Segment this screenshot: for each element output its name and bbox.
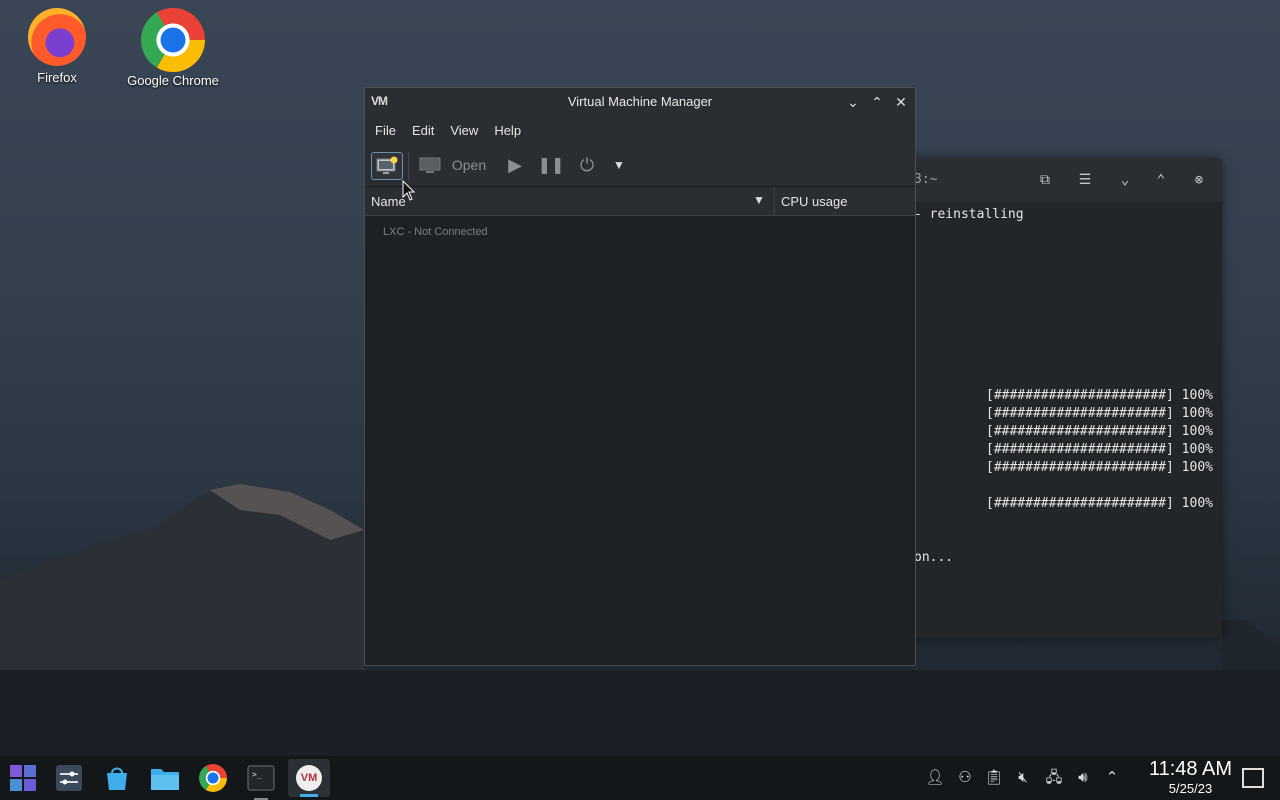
terminal-titlebar[interactable]: 3:~ ⧉ ☰ ⌄ ⌃ ⊗ [900, 158, 1222, 202]
column-cpu-usage[interactable]: CPU usage [781, 194, 847, 209]
vmm-titlebar[interactable]: VM Virtual Machine Manager ⌄ ⌃ ✕ [365, 88, 915, 116]
firefox-icon [28, 8, 86, 66]
clock-date: 5/25/23 [1168, 781, 1213, 796]
discover-store-icon[interactable] [102, 763, 132, 793]
terminal-title: 3:~ [914, 172, 938, 187]
clipboard-icon[interactable]: 📋︎ [984, 768, 1004, 788]
vmm-taskbar-icon[interactable]: VM [288, 759, 330, 797]
minimize-icon[interactable]: ⌄ [1116, 171, 1134, 189]
chrome-taskbar-icon[interactable] [198, 763, 228, 793]
desktop-icon-label: Firefox [37, 70, 77, 85]
toolbar: Open ▶ ❚❚ ⏻ ▼ [365, 144, 915, 187]
taskbar: >_ VM 👤︎ ⚇ 📋︎ 🔇︎ 🖧 🔊︎ ⌃ 11:48 AM 5/25/23 [0, 756, 1280, 800]
run-icon[interactable]: ▶ [503, 152, 527, 178]
new-tab-icon[interactable]: ⧉ [1036, 171, 1054, 189]
mute-icon[interactable]: 🔇︎ [1013, 768, 1033, 788]
system-settings-icon[interactable] [54, 763, 84, 793]
terminal-taskbar-icon[interactable]: >_ [246, 763, 276, 800]
terminal-line: [######################] 100% [986, 406, 1213, 421]
shutdown-dropdown-icon[interactable]: ▼ [609, 152, 629, 178]
network-icon[interactable]: 🖧 [1044, 768, 1064, 788]
terminal-line: - reinstalling [914, 207, 1024, 222]
shutdown-icon[interactable]: ⏻ [575, 152, 599, 178]
maximize-icon[interactable]: ⌃ [868, 93, 886, 111]
desktop-icon-label: Google Chrome [127, 73, 219, 88]
terminal-window[interactable]: 3:~ ⧉ ☰ ⌄ ⌃ ⊗ - reinstalling [##########… [900, 158, 1222, 638]
open-button[interactable]: Open [451, 152, 487, 178]
terminal-line: [######################] 100% [986, 442, 1213, 457]
column-divider[interactable] [774, 187, 775, 215]
window-title: Virtual Machine Manager [567, 94, 713, 109]
user-icon[interactable]: 👤︎ [925, 768, 945, 788]
new-vm-icon [376, 156, 398, 174]
column-dropdown-icon[interactable]: ▼ [753, 193, 765, 207]
user-switch-icon[interactable]: ⚇ [955, 768, 975, 788]
terminal-line: [######################] 100% [986, 460, 1213, 475]
pause-icon[interactable]: ❚❚ [538, 152, 565, 178]
menu-view[interactable]: View [444, 123, 488, 138]
hamburger-menu-icon[interactable]: ☰ [1076, 171, 1094, 189]
svg-text:>_: >_ [252, 770, 262, 779]
terminal-line: [######################] 100% [986, 424, 1213, 439]
desktop-icon-firefox[interactable]: Firefox [2, 0, 112, 85]
open-vm-icon[interactable] [417, 152, 443, 178]
menubar: File Edit View Help [365, 116, 915, 144]
file-manager-icon[interactable] [150, 763, 180, 793]
volume-icon[interactable]: 🔊︎ [1073, 768, 1093, 788]
tray-expand-icon[interactable]: ⌃ [1102, 768, 1122, 788]
close-icon[interactable]: ✕ [892, 93, 910, 111]
toolbar-separator [408, 152, 409, 180]
menu-help[interactable]: Help [488, 123, 531, 138]
clock[interactable]: 11:48 AM 5/25/23 [1149, 758, 1232, 796]
menu-edit[interactable]: Edit [406, 123, 444, 138]
terminal-line: [######################] 100% [986, 388, 1213, 403]
desktop-icon-google-chrome[interactable]: Google Chrome [118, 0, 228, 88]
maximize-icon[interactable]: ⌃ [1152, 171, 1170, 189]
minimize-icon[interactable]: ⌄ [844, 93, 862, 111]
mouse-cursor-icon [402, 180, 416, 201]
app-launcher-icon[interactable] [8, 763, 38, 793]
chrome-icon [141, 8, 205, 72]
show-desktop-button[interactable] [1242, 768, 1264, 788]
vm-list-header: Name ▼ CPU usage [365, 187, 915, 216]
new-vm-button[interactable] [371, 152, 403, 180]
clock-time: 11:48 AM [1148, 758, 1232, 780]
menu-file[interactable]: File [369, 123, 406, 138]
close-icon[interactable]: ⊗ [1190, 171, 1208, 189]
terminal-line: [######################] 100% [986, 496, 1213, 511]
terminal-line: on... [914, 550, 954, 565]
virtual-machine-manager-window[interactable]: VM Virtual Machine Manager ⌄ ⌃ ✕ File Ed… [364, 87, 916, 666]
connection-row[interactable]: LXC - Not Connected [383, 226, 488, 238]
column-name[interactable]: Name [371, 194, 406, 209]
